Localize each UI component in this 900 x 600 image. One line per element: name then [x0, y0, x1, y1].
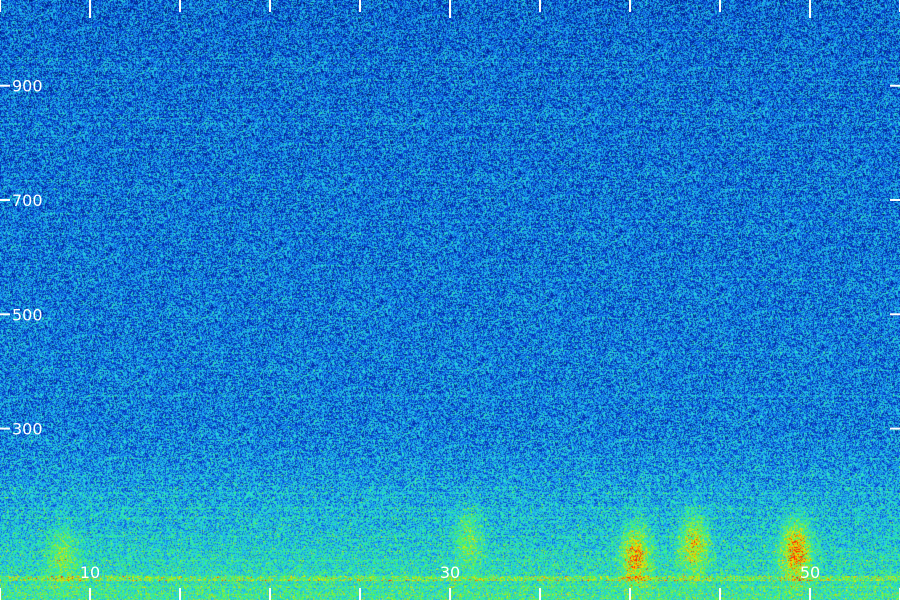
x-tick-label: 50	[800, 563, 820, 582]
y-tick-label: 700	[12, 191, 43, 210]
y-tick-label: 500	[12, 305, 43, 324]
x-tick-label: 10	[80, 563, 100, 582]
spectrogram-chart: 300 500 700 900 10 30 50	[0, 0, 900, 600]
axes-overlay: 300 500 700 900 10 30 50	[0, 0, 900, 600]
x-tick-label: 30	[440, 563, 460, 582]
y-tick-label: 300	[12, 420, 43, 439]
y-tick-label: 900	[12, 77, 43, 96]
